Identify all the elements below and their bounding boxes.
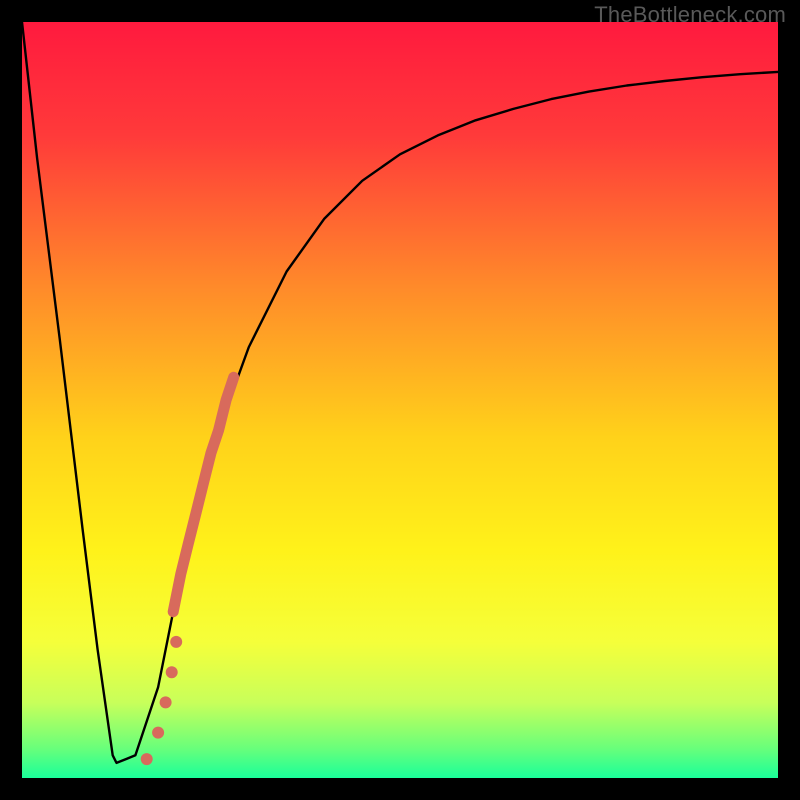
sample-point bbox=[152, 727, 164, 739]
sample-point bbox=[160, 696, 172, 708]
sample-point bbox=[166, 666, 178, 678]
watermark-text: TheBottleneck.com bbox=[594, 2, 786, 28]
plot-area bbox=[22, 22, 778, 778]
gradient-background bbox=[22, 22, 778, 778]
chart-svg bbox=[22, 22, 778, 778]
chart-frame: TheBottleneck.com bbox=[0, 0, 800, 800]
sample-point bbox=[170, 636, 182, 648]
sample-point bbox=[141, 753, 153, 765]
